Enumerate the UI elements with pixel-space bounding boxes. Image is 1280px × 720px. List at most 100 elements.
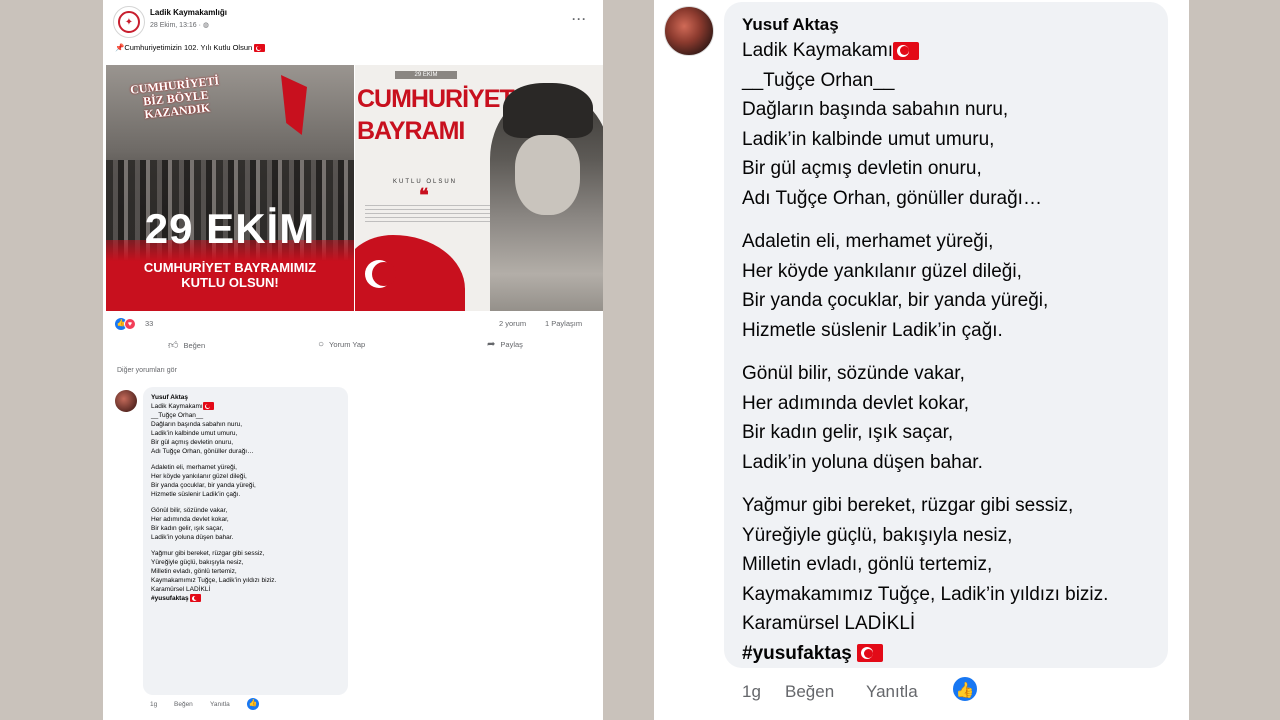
flag-graphic: [355, 235, 465, 311]
more-comments-link[interactable]: Diğer yorumları gör: [117, 367, 177, 374]
comment-line: Her köyde yankılanır güzel dileği,: [151, 473, 247, 480]
comments-count[interactable]: 2 yorum: [499, 319, 526, 328]
comment-line: Adı Tuğçe Orhan, gönüller durağı…: [742, 187, 1042, 209]
love-icon[interactable]: ♥: [124, 318, 136, 330]
comment-line: Her adımında devlet kokar,: [742, 392, 970, 414]
turkish-flag-icon: [857, 644, 884, 663]
comment-icon: ○: [318, 339, 325, 350]
post-time-text: 28 Ekim, 13:16 ·: [150, 22, 203, 29]
comment-text: Ladik Kaymakamı: [742, 40, 894, 61]
comment-time[interactable]: 1g: [742, 682, 761, 702]
comment-line: Dağların başında sabahın nuru,: [151, 421, 243, 428]
reaction-count[interactable]: 33: [145, 319, 153, 328]
comment-reply-button[interactable]: Yanıtla: [866, 682, 918, 702]
turkish-flag-icon: [202, 402, 214, 411]
post-header: ✦ Ladik Kaymakamlığı 28 Ekim, 13:16 · ◍ …: [113, 6, 593, 38]
comment-line: Milletin evladı, gönlü tertemiz,: [151, 568, 237, 575]
zoomed-comment-panel: Yusuf Aktaş Ladik Kaymakamı __Tuğçe Orha…: [654, 0, 1189, 720]
comment-button-label: Yorum Yap: [329, 340, 366, 349]
page-name[interactable]: Ladik Kaymakamlığı: [150, 8, 227, 17]
image-title: CUMHURİYET BAYRAMI: [357, 83, 515, 147]
commenter-avatar[interactable]: [664, 6, 714, 56]
comment-line: Kaymakamımız Tuğçe, Ladik’in yıldızı biz…: [742, 583, 1109, 605]
comment-bubble: Yusuf Aktaş Ladik Kaymakamı __Tuğçe Orha…: [143, 387, 348, 695]
comment-line: Adaletin eli, merhamet yüreği,: [742, 231, 994, 252]
like-icon[interactable]: 👍: [247, 698, 259, 710]
comment-line: Her adımında devlet kokar,: [151, 516, 229, 523]
quote-mark: ❝: [419, 185, 429, 205]
comment-button[interactable]: ○ Yorum Yap: [318, 339, 365, 350]
comment-line: Ladik’in kalbinde umut umuru,: [151, 430, 238, 437]
comment-line: Milletin evladı, gönlü tertemiz,: [742, 554, 993, 575]
like-icon: 👍︎: [168, 340, 179, 351]
comment-line: __Tuğçe Orhan__: [151, 412, 204, 419]
turkish-flag-icon: [190, 594, 202, 603]
comment-line: Bir yanda çocuklar, bir yanda yüreği,: [742, 290, 1049, 311]
comment-time[interactable]: 1g: [150, 701, 157, 708]
hat-graphic: [503, 83, 593, 138]
emblem-icon: ✦: [118, 11, 140, 33]
image-title-line1: CUMHURİYET: [357, 85, 515, 113]
image-caption: CUMHURİYET BAYRAMIMIZ KUTLU OLSUN!: [106, 260, 354, 290]
comment-line: Ladik Kaymakamı: [742, 36, 1150, 66]
page-avatar[interactable]: ✦: [113, 6, 145, 38]
image-title-line2: BAYRAMI: [357, 117, 465, 145]
comment-line: Kaymakamımız Tuğçe, Ladik’in yıldızı biz…: [151, 577, 277, 584]
comment-text: Ladik Kaymakamı: [151, 403, 203, 410]
comment-line: Adı Tuğçe Orhan, gönüller durağı…: [151, 448, 254, 455]
comment-bubble: Yusuf Aktaş Ladik Kaymakamı __Tuğçe Orha…: [724, 2, 1168, 668]
post-text-body: Cumhuriyetimizin 102. Yılı Kutlu Olsun: [124, 43, 253, 52]
comment-line: Bir yanda çocuklar, bir yanda yüreği,: [151, 482, 256, 489]
comment-signature: Karamürsel LADİKLİ: [151, 586, 211, 593]
comment-line: Hizmetle süslenir Ladik’in çağı.: [742, 319, 1003, 341]
like-button[interactable]: 👍︎ Beğen: [168, 339, 205, 351]
comment-line: Ladik’in kalbinde umut umuru,: [742, 128, 995, 150]
comment-line: Yüreğiyle güçlü, bakışıyla nesiz,: [151, 559, 244, 566]
post-image-right[interactable]: 29 EKİM CUMHURİYET BAYRAMI KUTLU OLSUN ❝: [355, 65, 603, 311]
post-text: 📌Cumhuriyetimizin 102. Yılı Kutlu Olsun: [115, 43, 266, 53]
comment-line: Gönül bilir, sözünde vakar,: [742, 363, 965, 384]
comment-like-button[interactable]: Beğen: [174, 701, 193, 708]
comment-line: Hizmetle süslenir Ladik’in çağı.: [151, 491, 241, 498]
reactions-bar: 👍 ♥ 33 2 yorum 1 Paylaşım: [115, 318, 593, 332]
hashtag-text: #yusufaktaş: [151, 595, 189, 602]
comment-line: Ladik’in yoluna düşen bahar.: [151, 534, 234, 541]
comment-line: Bir gül açmış devletin onuru,: [151, 439, 234, 446]
comment-like-button[interactable]: Beğen: [785, 682, 834, 702]
comment-line: Bir gül açmış devletin onuru,: [742, 158, 982, 179]
share-button-label: Paylaş: [500, 340, 523, 349]
like-button-label: Beğen: [183, 340, 206, 350]
comment-body: Ladik Kaymakamı __Tuğçe Orhan__ Dağların…: [742, 36, 1150, 668]
post-timestamp[interactable]: 28 Ekim, 13:16 · ◍: [150, 21, 209, 29]
comment-line: Yüreğiyle güçlü, bakışıyla nesiz,: [742, 524, 1013, 546]
post-actions: 👍︎ Beğen ○ Yorum Yap ➦ Paylaş: [113, 337, 593, 355]
share-button[interactable]: ➦ Paylaş: [487, 339, 523, 350]
comment-reply-button[interactable]: Yanıtla: [210, 701, 230, 708]
comment-signature: Karamürsel LADİKLİ: [742, 613, 916, 634]
hashtag-text: #yusufaktaş: [742, 642, 852, 664]
more-options-icon[interactable]: ···: [572, 12, 587, 26]
comment-line: Gönül bilir, sözünde vakar,: [151, 507, 228, 514]
comment-author[interactable]: Yusuf Aktaş: [151, 393, 340, 402]
shares-count[interactable]: 1 Paylaşım: [545, 319, 582, 328]
comment-line: __Tuğçe Orhan__: [742, 69, 895, 91]
comment-hashtag[interactable]: #yusufaktaş: [742, 639, 1150, 669]
comment-line: Dağların başında sabahın nuru,: [742, 99, 1009, 120]
comment-line: Her köyde yankılanır güzel dileği,: [742, 260, 1022, 282]
pushpin-icon: 📌: [115, 43, 125, 52]
crescent-cutout: [372, 262, 396, 286]
comment-line: Bir kadın gelir, ışık saçar,: [151, 525, 224, 532]
quote-lines: [365, 205, 495, 225]
commenter-avatar[interactable]: [115, 390, 137, 412]
comment-line: Adaletin eli, merhamet yüreği,: [151, 464, 237, 471]
comment-line: Ladik Kaymakamı: [151, 402, 340, 411]
comment-hashtag[interactable]: #yusufaktaş: [151, 594, 340, 603]
facebook-post-panel: ✦ Ladik Kaymakamlığı 28 Ekim, 13:16 · ◍ …: [103, 0, 603, 720]
like-icon[interactable]: 👍: [951, 675, 979, 703]
comment-author[interactable]: Yusuf Aktaş: [742, 14, 1150, 36]
post-image-left[interactable]: CUMHURİYETİ BİZ BÖYLE KAZANDIK 29 EKİM C…: [106, 65, 354, 311]
image-caption-line1: CUMHURİYET BAYRAMIMIZ: [143, 260, 317, 275]
turkish-flag-icon: [254, 44, 266, 53]
comment-line: Bir kadın gelir, ışık saçar,: [742, 422, 954, 443]
comment-line: Yağmur gibi bereket, rüzgar gibi sessiz,: [742, 495, 1074, 516]
